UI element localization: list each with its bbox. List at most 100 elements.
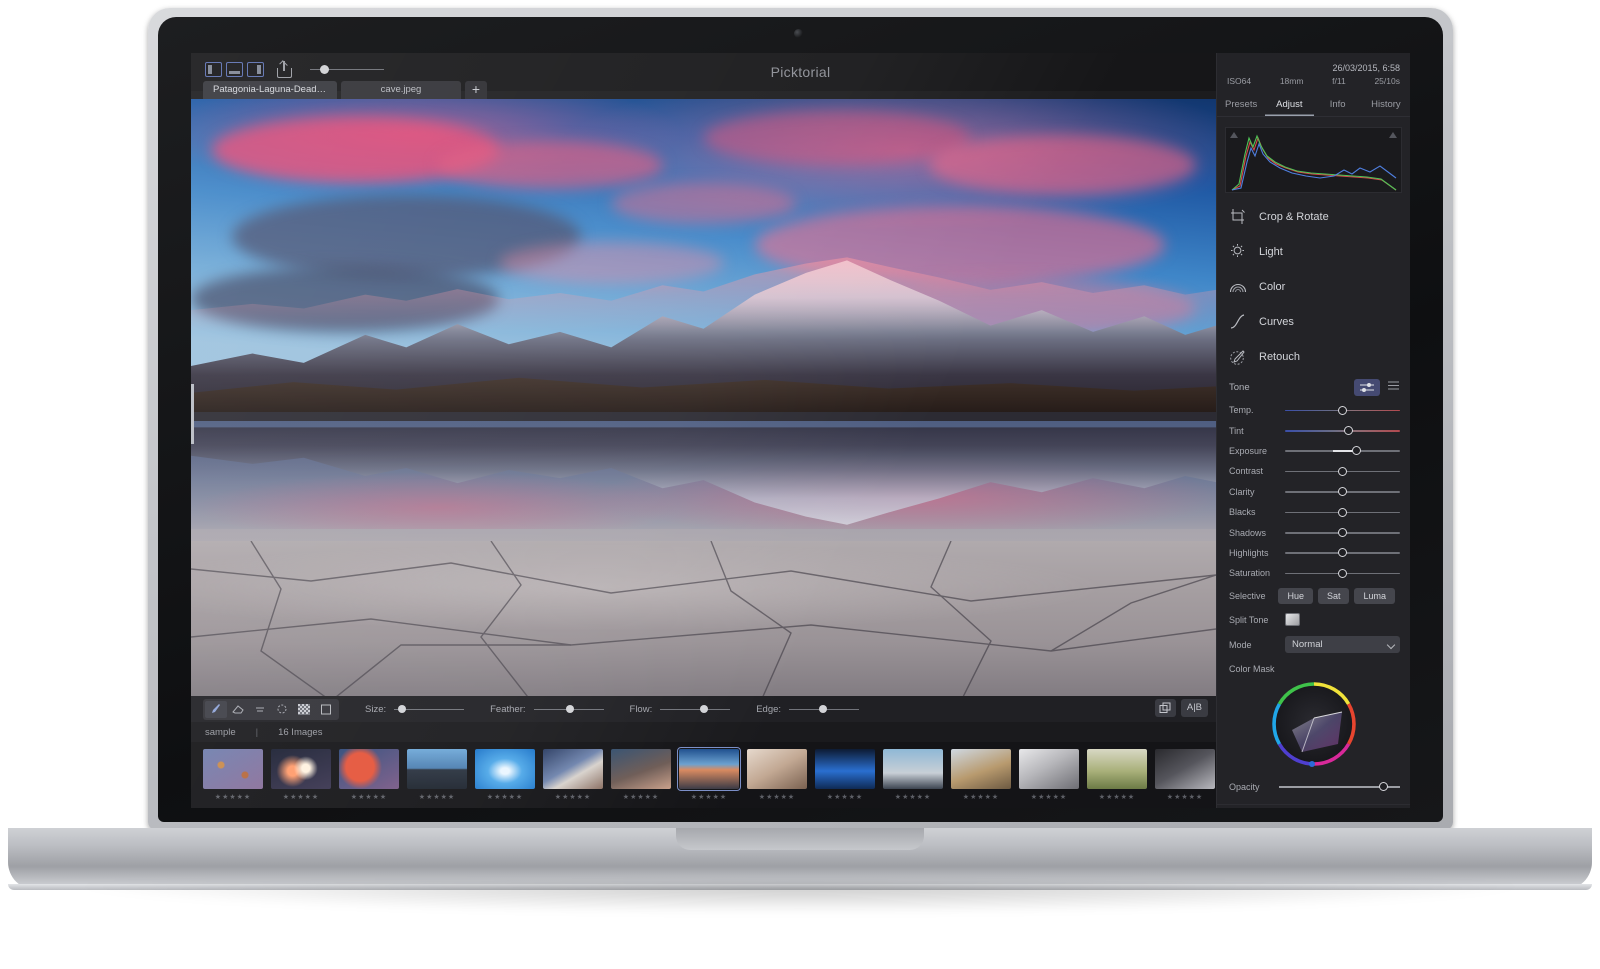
- rating-stars[interactable]: ★★★★★: [543, 793, 603, 801]
- filmstrip-item[interactable]: ★★★★★: [203, 749, 263, 801]
- filmstrip-item[interactable]: ★★★★★: [677, 747, 741, 801]
- gradient-linear-icon[interactable]: [249, 701, 271, 718]
- filmstrip-item[interactable]: ★★★★★: [543, 749, 603, 801]
- slider-track[interactable]: [1285, 404, 1400, 416]
- share-export-icon[interactable]: [277, 59, 292, 78]
- filmstrip-item[interactable]: ★★★★★: [1155, 749, 1215, 801]
- section-light[interactable]: Light: [1217, 234, 1410, 269]
- slider-track[interactable]: [1285, 445, 1400, 457]
- view-mode-single-icon[interactable]: [205, 62, 222, 77]
- gradient-radial-icon[interactable]: [271, 701, 293, 718]
- thumb-autumn-leaves[interactable]: [203, 749, 263, 789]
- rating-stars[interactable]: ★★★★★: [611, 793, 671, 801]
- rating-stars[interactable]: ★★★★★: [203, 793, 263, 801]
- split-tone-swatch[interactable]: [1285, 613, 1300, 627]
- brush-edge-slider[interactable]: [789, 703, 860, 715]
- slider-label: Exposure: [1229, 445, 1268, 456]
- tab-info[interactable]: Info: [1314, 95, 1362, 116]
- section-retouch[interactable]: Retouch: [1217, 339, 1410, 374]
- mode-select[interactable]: Normal: [1285, 636, 1400, 654]
- tab-adjust[interactable]: Adjust: [1265, 95, 1313, 116]
- filmstrip-item[interactable]: ★★★★★: [407, 749, 467, 801]
- section-color[interactable]: Color: [1217, 269, 1410, 304]
- checker-mask-icon[interactable]: [293, 701, 315, 718]
- selective-luma-button[interactable]: Luma: [1354, 587, 1395, 604]
- thumb-sand-dunes[interactable]: [747, 749, 807, 789]
- zoom-slider[interactable]: [310, 63, 384, 77]
- brush-edge-label: Edge:: [756, 703, 782, 715]
- thumb-blue-pyramid[interactable]: [815, 749, 875, 789]
- tab-cave[interactable]: cave.jpeg: [341, 81, 461, 99]
- thumb-portrait-woman[interactable]: [611, 749, 671, 789]
- slider-track[interactable]: [1285, 465, 1400, 477]
- view-mode-split-icon[interactable]: [226, 62, 243, 77]
- filmstrip-item[interactable]: ★★★★★: [951, 749, 1011, 801]
- rating-stars[interactable]: ★★★★★: [747, 793, 807, 801]
- brush-feather-slider[interactable]: [533, 703, 604, 715]
- rating-stars[interactable]: ★★★★★: [1155, 793, 1215, 801]
- brush-size-slider[interactable]: [394, 703, 465, 715]
- thumb-giraffe[interactable]: [951, 749, 1011, 789]
- thumb-sunset-lake[interactable]: [677, 747, 741, 791]
- rating-stars[interactable]: ★★★★★: [407, 793, 467, 801]
- filmstrip-item[interactable]: ★★★★★: [747, 749, 807, 801]
- thumb-coastal-rocks[interactable]: [407, 749, 467, 789]
- thumb-smoke-wave[interactable]: [543, 749, 603, 789]
- rating-stars[interactable]: ★★★★★: [1087, 793, 1147, 801]
- add-tab-button[interactable]: +: [465, 81, 487, 99]
- tab-history[interactable]: History: [1362, 95, 1410, 116]
- tab-patagonia[interactable]: Patagonia-Laguna-Dead-14...: [203, 81, 337, 99]
- selective-sat-button[interactable]: Sat: [1317, 587, 1350, 604]
- filmstrip-item[interactable]: ★★★★★: [475, 749, 535, 801]
- section-label: Retouch: [1259, 350, 1300, 363]
- slider-track[interactable]: [1285, 506, 1400, 518]
- section-curves[interactable]: Curves: [1217, 304, 1410, 339]
- color-wheel[interactable]: [1268, 678, 1360, 770]
- filmstrip-item[interactable]: ★★★★★: [271, 749, 331, 801]
- slider-track[interactable]: [1285, 486, 1400, 498]
- section-crop-rotate[interactable]: Crop & Rotate: [1217, 199, 1410, 234]
- thumb-palm-silhouette[interactable]: [883, 749, 943, 789]
- thumb-blue-splash[interactable]: [475, 749, 535, 789]
- thumb-architecture[interactable]: [1155, 749, 1215, 789]
- thumb-red-maple[interactable]: [339, 749, 399, 789]
- duplicate-layers-icon[interactable]: [1154, 699, 1176, 717]
- rating-stars[interactable]: ★★★★★: [883, 793, 943, 801]
- filmstrip[interactable]: ★★★★★ ★★★★★ ★★★★★ ★★★★★ ★★★★★ ★★★★★ ★★★★★ ★★★★★…: [191, 742, 1216, 808]
- filmstrip-item[interactable]: ★★★★★: [1087, 749, 1147, 801]
- rgb-histogram[interactable]: [1225, 127, 1402, 193]
- sliders-icon[interactable]: [1354, 378, 1380, 396]
- selective-hue-button[interactable]: Hue: [1278, 587, 1313, 604]
- rating-stars[interactable]: ★★★★★: [679, 793, 739, 801]
- rectangle-mask-icon[interactable]: [315, 701, 337, 718]
- rating-stars[interactable]: ★★★★★: [1019, 793, 1079, 801]
- tab-presets[interactable]: Presets: [1217, 95, 1265, 116]
- ab-compare-button[interactable]: A|B: [1180, 699, 1208, 717]
- canvas-left-handle[interactable]: [191, 384, 194, 444]
- slider-track[interactable]: [1285, 567, 1400, 579]
- view-mode-compare-icon[interactable]: [247, 62, 264, 77]
- rating-stars[interactable]: ★★★★★: [475, 793, 535, 801]
- brush-flow-slider[interactable]: [660, 703, 731, 715]
- opacity-slider[interactable]: [1279, 781, 1400, 793]
- filmstrip-item[interactable]: ★★★★★: [883, 749, 943, 801]
- eraser-icon[interactable]: [227, 701, 249, 718]
- thumb-stairs-bw[interactable]: [1019, 749, 1079, 789]
- filmstrip-item[interactable]: ★★★★★: [611, 749, 671, 801]
- slider-track[interactable]: [1285, 425, 1400, 437]
- rating-stars[interactable]: ★★★★★: [815, 793, 875, 801]
- brush-icon[interactable]: [205, 700, 227, 718]
- filmstrip-item[interactable]: ★★★★★: [815, 749, 875, 801]
- photo-canvas[interactable]: [191, 99, 1216, 696]
- slider-track[interactable]: [1285, 527, 1400, 539]
- rating-stars[interactable]: ★★★★★: [951, 793, 1011, 801]
- thumb-night-lights[interactable]: [271, 749, 331, 789]
- filmstrip-item[interactable]: ★★★★★: [339, 749, 399, 801]
- rating-stars[interactable]: ★★★★★: [339, 793, 399, 801]
- thumb-green-field[interactable]: [1087, 749, 1147, 789]
- selective-row: Selective Hue Sat Luma: [1217, 584, 1410, 608]
- slider-track[interactable]: [1285, 547, 1400, 559]
- menu-lines-icon[interactable]: [1388, 378, 1400, 396]
- rating-stars[interactable]: ★★★★★: [271, 793, 331, 801]
- filmstrip-item[interactable]: ★★★★★: [1019, 749, 1079, 801]
